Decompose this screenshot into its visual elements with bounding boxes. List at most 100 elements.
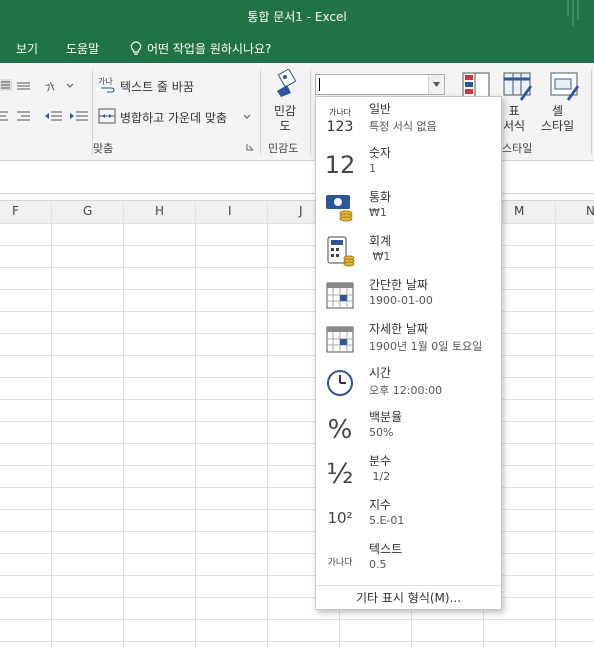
svg-text:가: 가	[44, 81, 57, 94]
clock-icon	[327, 370, 353, 396]
style-group-label: 스타일	[502, 142, 533, 155]
alignment-group-label: 맞춤	[93, 142, 114, 155]
format-item-accounting[interactable]: 회계 ₩1	[316, 229, 501, 273]
title-bar: 통합 문서1 - Excel	[0, 0, 594, 33]
format-example: 1900년 1월 0일 토요일	[369, 340, 483, 353]
separator	[310, 69, 311, 155]
format-example: ₩1	[369, 250, 391, 263]
sensitivity-button[interactable]: 민감 도	[274, 104, 296, 134]
window-title: 통합 문서1 - Excel	[247, 10, 347, 24]
format-name: 통화	[369, 190, 392, 204]
wrap-text-icon: 가나	[98, 77, 115, 93]
chevron-down-icon[interactable]	[243, 114, 251, 120]
format-item-percentage[interactable]: % 백분율 50%	[316, 405, 501, 449]
column-header-h[interactable]: H	[155, 204, 164, 218]
number-format-dropdown: 가나다 123 일반 특정 서식 없음 12 숫자 1 통화 ₩1 회계 ₩1 …	[315, 96, 502, 610]
number-format-combobox[interactable]	[315, 74, 445, 95]
cell-style-button[interactable]: 셀 스타일	[541, 104, 574, 134]
column-header-i[interactable]: I	[228, 204, 232, 218]
general-icon-digits: 123	[327, 119, 354, 135]
column-gridline	[555, 200, 556, 647]
format-as-table-button[interactable]: 표 서식	[503, 104, 525, 134]
percent-icon: %	[328, 415, 353, 443]
column-gridline	[123, 200, 124, 647]
lightbulb-icon	[130, 41, 142, 55]
general-icon: 가나다 123	[327, 108, 354, 135]
svg-text:가나: 가나	[98, 77, 113, 86]
column-header-j[interactable]: J	[299, 204, 303, 218]
format-name: 백분율	[369, 410, 403, 424]
format-item-general[interactable]: 가나다 123 일반 특정 서식 없음	[316, 97, 501, 141]
format-name: 자세한 날짜	[369, 322, 429, 336]
fraction-icon: ½	[326, 457, 353, 487]
format-name: 분수	[369, 454, 392, 468]
table-format-icon[interactable]	[502, 71, 534, 103]
number-icon-text: 12	[325, 151, 356, 179]
text-icon: 가나다	[328, 557, 354, 568]
format-name: 시간	[369, 366, 392, 380]
short-date-icon	[326, 282, 354, 309]
column-header-n[interactable]: N	[586, 204, 594, 218]
text-orientation-icon[interactable]: 가	[44, 78, 74, 94]
dialog-launcher-icon[interactable]	[246, 143, 254, 151]
column-header-f[interactable]: F	[12, 204, 19, 218]
format-example: 1900-01-00	[369, 294, 433, 307]
format-item-number[interactable]: 12 숫자 1	[316, 141, 501, 185]
format-name: 지수	[369, 498, 392, 512]
format-example: 0.5	[369, 558, 387, 571]
separator	[591, 69, 592, 155]
format-name: 간단한 날짜	[369, 278, 429, 292]
format-example: 특정 서식 없음	[369, 120, 437, 133]
text-caret	[319, 78, 320, 91]
format-example: 1	[369, 162, 376, 175]
format-name: 회계	[369, 234, 392, 248]
align-left-right-icon[interactable]	[0, 109, 36, 123]
text-icon-text: 가나다	[328, 557, 354, 568]
percent-icon-text: %	[328, 415, 353, 443]
format-example: ₩1	[369, 206, 387, 219]
scientific-icon-text: 10²	[327, 509, 352, 527]
format-name: 텍스트	[369, 542, 403, 556]
format-example: 1/2	[369, 470, 391, 483]
formula-bar[interactable]	[0, 161, 594, 194]
indent-icon[interactable]	[44, 109, 90, 123]
format-item-currency[interactable]: 통화 ₩1	[316, 185, 501, 229]
format-item-long-date[interactable]: 자세한 날짜 1900년 1월 0일 토요일	[316, 317, 501, 361]
format-item-short-date[interactable]: 간단한 날짜 1900-01-00	[316, 273, 501, 317]
format-name: 일반	[369, 102, 392, 116]
align-icons-icon[interactable]	[0, 79, 36, 91]
format-item-text[interactable]: 가나다 텍스트 0.5	[316, 537, 501, 581]
column-gridline	[195, 200, 196, 647]
wrap-text-button[interactable]: 텍스트 줄 바꿈	[120, 78, 194, 95]
column-header-row: F G H I J M N	[0, 200, 594, 224]
number-format-dropdown-button[interactable]	[428, 75, 444, 94]
column-header-g[interactable]: G	[83, 204, 92, 218]
sensitivity-icon[interactable]	[275, 69, 301, 99]
menu-bar: 보기 도움말 어떤 작업을 원하시나요?	[0, 33, 594, 63]
format-item-scientific[interactable]: 10² 지수 5.E-01	[316, 493, 501, 537]
dropdown-arrow-icon	[433, 82, 440, 87]
format-name: 숫자	[369, 146, 392, 160]
long-date-icon	[326, 326, 354, 353]
column-gridline	[267, 200, 268, 647]
worksheet-grid[interactable]	[0, 223, 594, 647]
sensitivity-group-label: 민감도	[268, 142, 299, 155]
more-number-formats-link[interactable]: 기타 표시 형식(M)...	[316, 585, 501, 610]
cell-style-icon[interactable]	[549, 71, 581, 103]
general-icon-small: 가나다	[329, 108, 352, 117]
format-example: 오후 12:00:00	[369, 384, 443, 397]
merge-center-button[interactable]: 병합하고 가운데 맞춤	[120, 109, 227, 126]
ribbon: 가 가나 텍스트 줄 바꿈 병합하고 가운데 맞춤 맞춤 민감 도 민감도 표 …	[0, 63, 594, 161]
merge-center-icon	[98, 108, 116, 124]
menu-view[interactable]: 보기	[16, 40, 38, 57]
fraction-icon-text: ½	[326, 457, 353, 487]
tell-me-search[interactable]: 어떤 작업을 원하시나요?	[147, 40, 271, 57]
separator	[260, 69, 261, 155]
column-header-m[interactable]: M	[514, 204, 524, 218]
format-item-time[interactable]: 시간 오후 12:00:00	[316, 361, 501, 405]
format-item-fraction[interactable]: ½ 분수 1/2	[316, 449, 501, 493]
menu-help[interactable]: 도움말	[66, 40, 99, 57]
format-example: 50%	[369, 426, 394, 439]
column-gridline	[51, 200, 52, 647]
number-icon: 12	[325, 151, 356, 179]
